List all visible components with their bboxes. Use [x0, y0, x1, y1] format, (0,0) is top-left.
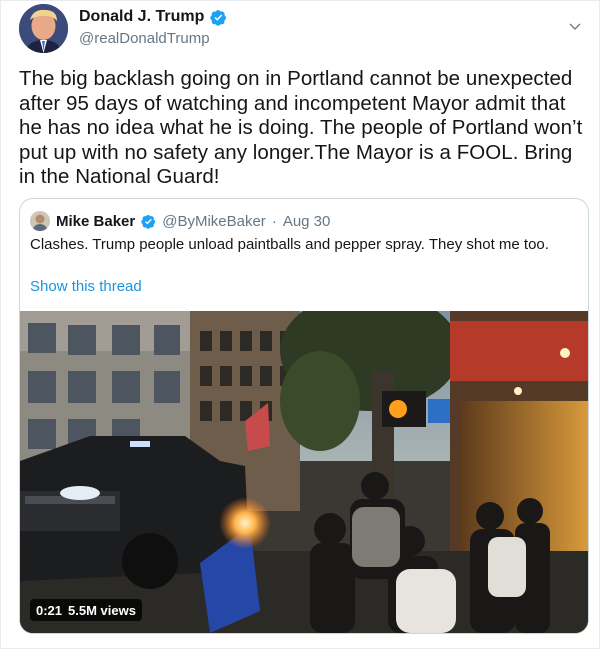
quoted-tweet-header: Mike Baker @ByMikeBaker · Aug 30 [30, 211, 330, 231]
quoted-author-handle[interactable]: @ByMikeBaker [162, 213, 266, 230]
quoted-avatar-photo-icon [30, 211, 50, 231]
date-separator: · [271, 212, 277, 230]
quoted-author-avatar [30, 211, 50, 231]
author-display-name[interactable]: Donald J. Trump [79, 8, 204, 26]
verified-badge-icon [210, 9, 227, 26]
author-avatar[interactable] [19, 4, 68, 53]
video-player[interactable]: 0:21 5.5M views [20, 311, 588, 633]
video-stats-badge: 0:21 5.5M views [30, 599, 142, 621]
author-handle[interactable]: @realDonaldTrump [79, 30, 210, 47]
tweet-text: The big backlash going on in Portland ca… [19, 67, 583, 188]
chevron-down-icon[interactable] [567, 19, 583, 35]
quoted-author-name[interactable]: Mike Baker [56, 213, 135, 230]
quoted-tweet[interactable]: Mike Baker @ByMikeBaker · Aug 30 Clashes… [19, 198, 589, 634]
quoted-tweet-text: Clashes. Trump people unload paintballs … [30, 236, 549, 253]
video-duration: 0:21 [36, 602, 63, 618]
user-avatar-photo-icon [19, 4, 68, 53]
video-thumbnail [20, 311, 588, 633]
quoted-tweet-date[interactable]: Aug 30 [283, 213, 331, 230]
show-thread-link[interactable]: Show this thread [30, 278, 142, 295]
verified-badge-icon [141, 214, 156, 229]
author-name-row: Donald J. Trump [79, 8, 227, 26]
tweet-card: Donald J. Trump @realDonaldTrump The big… [0, 0, 600, 649]
video-views: 5.5M views [68, 602, 136, 618]
